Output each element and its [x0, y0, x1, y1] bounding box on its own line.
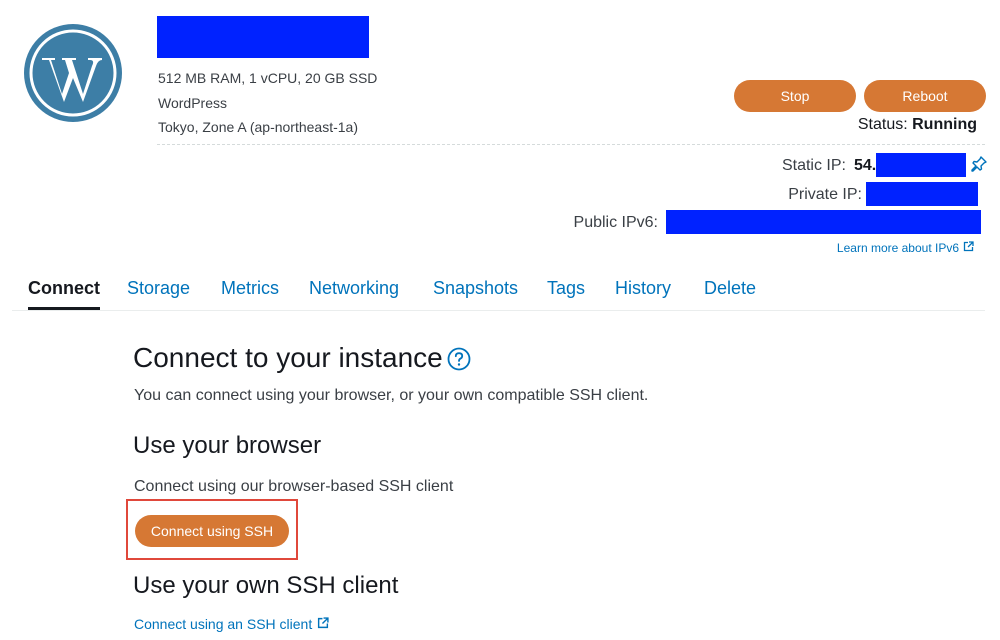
status-value: Running	[912, 116, 977, 133]
browser-description: Connect using our browser-based SSH clie…	[134, 478, 454, 495]
connect-ssh-button[interactable]: Connect using SSH	[135, 515, 289, 547]
tab-delete[interactable]: Delete	[704, 278, 756, 310]
pin-icon[interactable]	[970, 155, 988, 173]
tab-storage[interactable]: Storage	[127, 278, 190, 310]
browser-heading: Use your browser	[133, 432, 322, 459]
reboot-button[interactable]: Reboot	[864, 80, 986, 112]
ssh-client-link-label: Connect using an SSH client	[134, 616, 313, 632]
tab-tags[interactable]: Tags	[547, 278, 585, 310]
connect-description: You can connect using your browser, or y…	[134, 387, 649, 404]
stop-button[interactable]: Stop	[734, 80, 856, 112]
tab-metrics[interactable]: Metrics	[221, 278, 279, 310]
external-link-icon	[317, 616, 329, 632]
instance-tabs: Connect Storage Metrics Networking Snaps…	[12, 278, 985, 311]
learn-more-ipv6-link[interactable]: Learn more about IPv6	[837, 241, 974, 255]
external-link-icon	[963, 241, 974, 255]
static-ip-redacted	[876, 153, 966, 177]
instance-status: Status: Running	[858, 116, 977, 134]
private-ip-redacted	[866, 182, 978, 206]
public-ipv6-redacted	[666, 210, 981, 234]
help-icon[interactable]	[447, 346, 471, 371]
learn-more-ipv6-label: Learn more about IPv6	[836, 241, 959, 255]
tab-snapshots[interactable]: Snapshots	[433, 278, 518, 310]
static-ip-prefix: 54.	[854, 157, 877, 174]
connect-title: Connect to your instance	[133, 342, 471, 374]
wordpress-logo-icon	[22, 22, 124, 124]
ssh-client-link[interactable]: Connect using an SSH client	[134, 616, 329, 632]
status-label: Status:	[857, 116, 908, 133]
tab-history[interactable]: History	[615, 278, 671, 310]
instance-specs: 512 MB RAM, 1 vCPU, 20 GB SSD	[158, 70, 378, 86]
own-client-heading: Use your own SSH client	[133, 572, 399, 599]
instance-location: Tokyo, Zone A (ap-northeast-1a)	[158, 119, 358, 135]
private-ip-label: Private IP:	[788, 186, 862, 203]
connect-title-text: Connect to your instance	[133, 342, 443, 373]
static-ip-label: Static IP:	[781, 157, 846, 174]
instance-name-redacted	[157, 16, 369, 58]
tab-networking[interactable]: Networking	[309, 278, 399, 310]
instance-blueprint: WordPress	[158, 95, 227, 111]
tab-connect[interactable]: Connect	[28, 278, 100, 310]
header-divider	[157, 144, 985, 145]
public-ipv6-label: Public IPv6:	[573, 214, 658, 231]
